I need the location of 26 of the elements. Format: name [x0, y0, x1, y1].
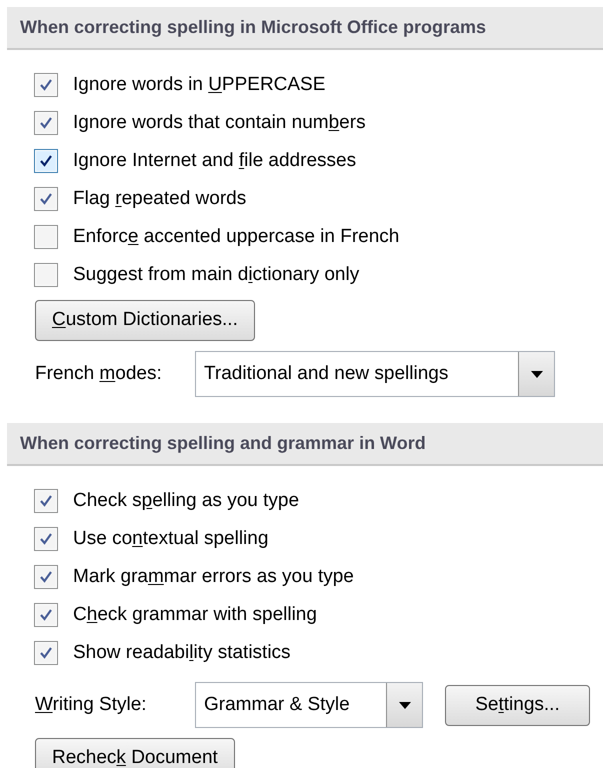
- dropdown[interactable]: Grammar & Style: [195, 682, 423, 728]
- push-button[interactable]: Custom Dictionaries...: [35, 300, 255, 341]
- checkbox-label: Ignore words that contain numbers: [73, 110, 366, 135]
- field-label: Writing Style:: [35, 692, 148, 717]
- push-button[interactable]: Recheck Document: [35, 738, 235, 768]
- section-header: When correcting spelling in Microsoft Office programs: [7, 7, 603, 50]
- section-header: When correcting spelling and grammar in Word: [7, 423, 603, 466]
- checkbox-label: Suggest from main dictionary only: [73, 262, 360, 287]
- dropdown-arrow-button[interactable]: [386, 683, 422, 727]
- field-label: French modes:: [35, 362, 163, 386]
- checkbox-label: Show readability statistics: [73, 640, 291, 665]
- checkbox-label: Check grammar with spelling: [73, 602, 317, 627]
- checkbox-label: Mark grammar errors as you type: [73, 564, 354, 589]
- checkbox-label: Flag repeated words: [73, 186, 246, 211]
- checkbox-label: Check spelling as you type: [73, 488, 300, 513]
- dropdown[interactable]: Traditional and new spellings: [195, 351, 555, 397]
- checkbox-label: Ignore Internet and file addresses: [73, 148, 356, 173]
- caret-icon: [398, 702, 410, 708]
- checkbox-label: Use contextual spelling: [73, 526, 268, 551]
- checkbox-label: Enforce accented uppercase in French: [73, 224, 400, 249]
- dropdown-value: Traditional and new spellings: [203, 362, 450, 386]
- checkbox-label: Ignore words in UPPERCASE: [73, 72, 326, 97]
- push-button[interactable]: Settings...: [445, 684, 590, 726]
- dropdown-arrow-button[interactable]: [518, 352, 554, 396]
- caret-icon: [530, 370, 542, 378]
- dropdown-value: Grammar & Style: [203, 692, 351, 717]
